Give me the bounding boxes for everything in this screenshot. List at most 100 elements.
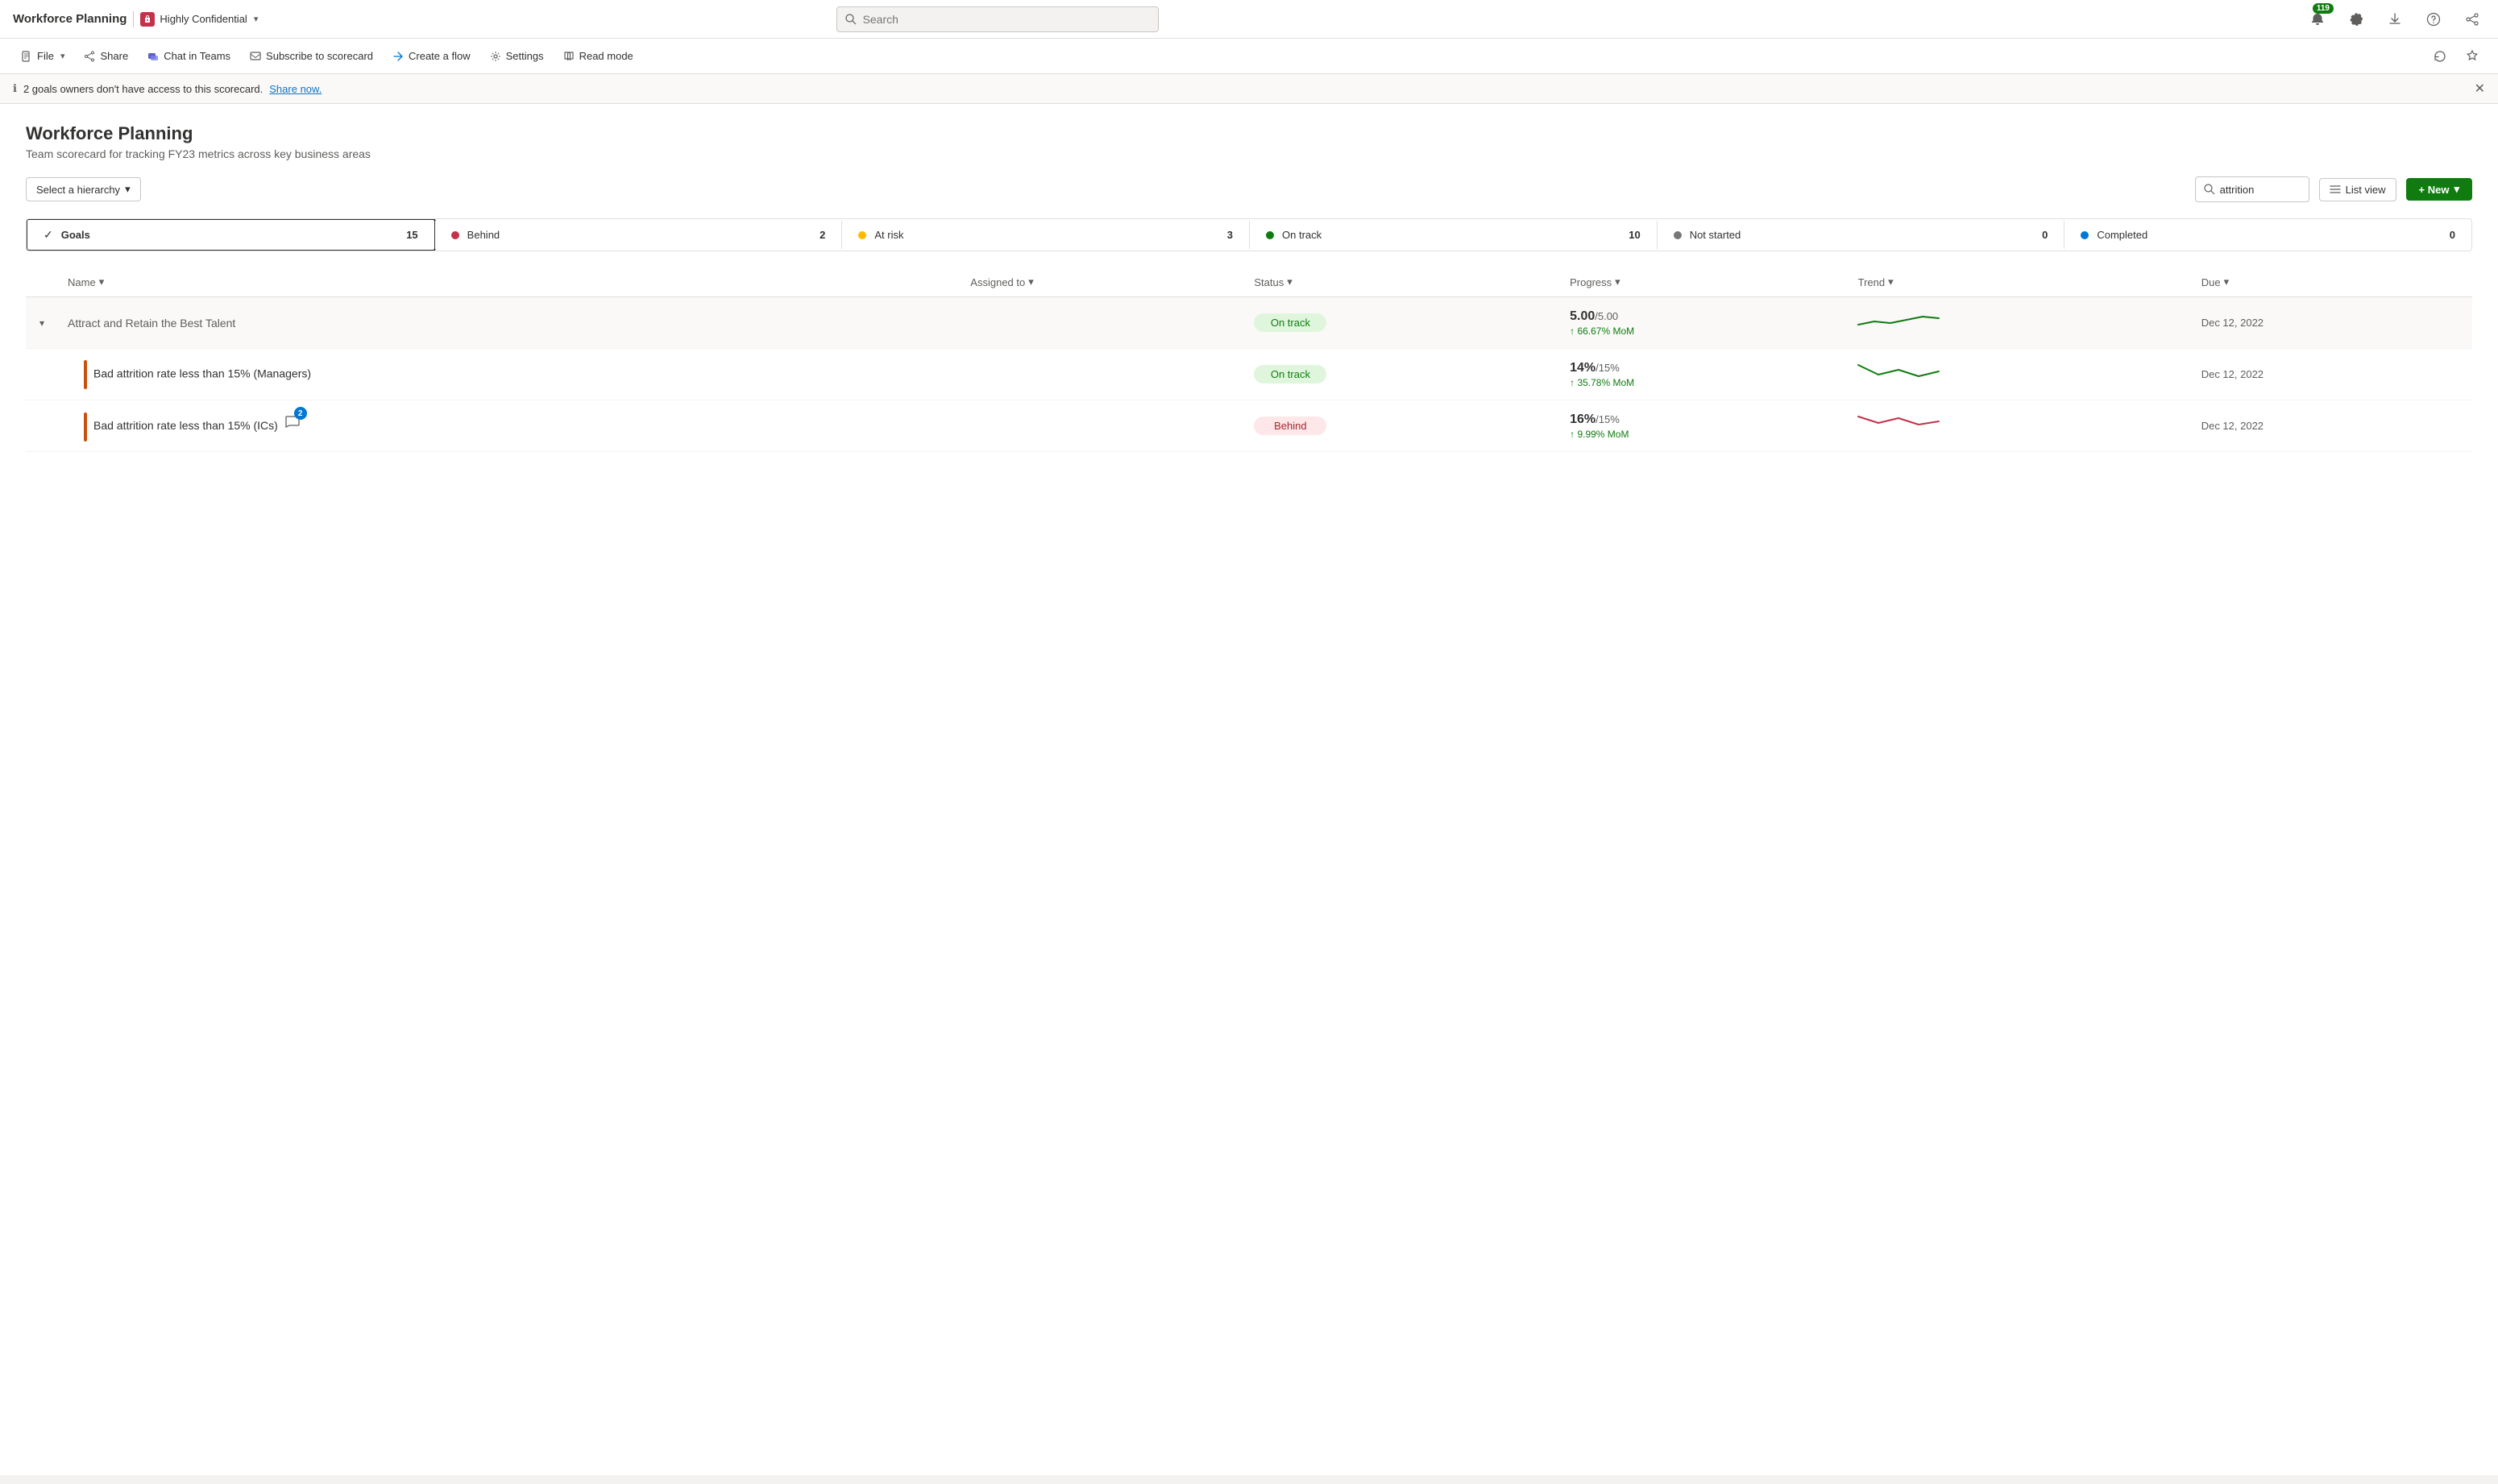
subscribe-button[interactable]: Subscribe to scorecard (242, 45, 381, 67)
progress-sort[interactable]: Progress ▾ (1570, 276, 1620, 288)
download-icon-button[interactable] (2382, 6, 2408, 32)
confidential-chevron[interactable]: ▾ (254, 14, 259, 24)
chat-teams-label: Chat in Teams (164, 50, 230, 62)
th-assigned-to: Assigned to ▾ (961, 267, 1244, 297)
confidential-label: Highly Confidential (160, 13, 247, 25)
download-icon (2388, 12, 2402, 27)
name-sort[interactable]: Name ▾ (68, 276, 104, 288)
name-cell: Bad attrition rate less than 15% (ICs) 2 (58, 400, 961, 452)
th-name: Name ▾ (58, 267, 961, 297)
stat-label: Not started (1690, 229, 1741, 241)
assigned-to-cell (961, 349, 1244, 400)
share-button[interactable]: Share (76, 45, 136, 67)
stat-item-at-risk[interactable]: At risk 3 (842, 221, 1250, 249)
read-mode-button[interactable]: Read mode (555, 45, 641, 67)
book-icon (563, 51, 575, 62)
stat-item-not-started[interactable]: Not started 0 (1658, 221, 2065, 249)
settings-icon-button[interactable] (2343, 6, 2369, 32)
comment-badge[interactable]: 2 (281, 410, 304, 433)
th-due: Due ▾ (2192, 267, 2472, 297)
trend-cell (1849, 349, 2192, 400)
file-button[interactable]: File ▾ (13, 45, 73, 67)
comment-count: 2 (294, 407, 307, 420)
settings-button[interactable]: Settings (482, 45, 552, 67)
trend-sort[interactable]: Trend ▾ (1858, 276, 1894, 288)
trend-cell (1849, 400, 2192, 452)
stats-row: ✓ Goals 15 Behind 2 At risk 3 On track 1… (26, 218, 2472, 251)
stat-label: Completed (2097, 229, 2147, 241)
settings-icon (490, 51, 501, 62)
stat-label: Behind (467, 229, 500, 241)
status-badge: Behind (1254, 417, 1326, 435)
refresh-button[interactable] (2427, 44, 2453, 69)
help-icon (2426, 12, 2441, 27)
notifications-button[interactable]: 119 (2305, 6, 2330, 32)
status-sort[interactable]: Status ▾ (1254, 276, 1292, 288)
share-link-icon (2465, 12, 2479, 27)
assigned-to-cell (961, 400, 1244, 452)
create-flow-button[interactable]: Create a flow (384, 45, 479, 67)
toolbar: File ▾ Share Chat in Teams Subscribe to … (0, 39, 2498, 74)
share-icon (84, 51, 95, 62)
hierarchy-button[interactable]: Select a hierarchy ▾ (26, 177, 141, 201)
assigned-to-cell (961, 297, 1244, 349)
goal-name[interactable]: Bad attrition rate less than 15% (Manage… (93, 367, 311, 379)
list-view-label: List view (2346, 184, 2386, 196)
chat-teams-button[interactable]: Chat in Teams (139, 45, 239, 67)
progress-value: 16% (1570, 412, 1595, 426)
favorite-button[interactable] (2459, 44, 2485, 69)
progress-mom: ↑ 35.78% MoM (1570, 377, 1839, 388)
share-link-button[interactable] (2459, 6, 2485, 32)
app-title: Workforce Planning (13, 12, 127, 26)
help-icon-button[interactable] (2421, 6, 2446, 32)
table-row: Bad attrition rate less than 15% (ICs) 2… (26, 400, 2472, 452)
goals-search-input[interactable] (2220, 184, 2301, 196)
info-bar: ℹ 2 goals owners don't have access to th… (0, 74, 2498, 104)
goal-name[interactable]: Attract and Retain the Best Talent (68, 317, 235, 330)
refresh-icon (2434, 50, 2446, 63)
confidential-badge: Highly Confidential ▾ (140, 12, 258, 27)
stat-item-completed[interactable]: Completed 0 (2064, 221, 2471, 249)
title-bar-right: 119 (2305, 6, 2485, 32)
lock-icon (143, 15, 152, 24)
stat-dot-behind (451, 231, 459, 239)
goal-name[interactable]: Bad attrition rate less than 15% (ICs) (93, 419, 278, 432)
th-progress: Progress ▾ (1560, 267, 1849, 297)
hierarchy-label: Select a hierarchy (36, 184, 120, 196)
info-close-button[interactable]: ✕ (2475, 81, 2485, 97)
stat-count: 15 (406, 229, 417, 241)
due-sort[interactable]: Due ▾ (2201, 276, 2229, 288)
trend-sparkline (1858, 307, 1939, 336)
stat-item-behind[interactable]: Behind 2 (435, 221, 843, 249)
teams-icon (147, 51, 159, 62)
status-cell: On track (1244, 349, 1560, 400)
list-view-icon (2330, 184, 2341, 195)
create-flow-label: Create a flow (409, 50, 471, 62)
info-message: 2 goals owners don't have access to this… (23, 83, 263, 95)
global-search-input[interactable] (863, 13, 1150, 26)
scorecard-header: Workforce Planning Team scorecard for tr… (26, 123, 2472, 160)
file-icon (21, 51, 32, 62)
stat-label: On track (1282, 229, 1322, 241)
title-bar-left: Workforce Planning Highly Confidential ▾ (13, 11, 258, 27)
progress-cell: 5.00/5.00 ↑ 66.67% MoM (1560, 297, 1849, 349)
expand-button[interactable]: ▾ (36, 316, 48, 330)
flow-icon (392, 51, 404, 62)
bell-icon (2310, 12, 2325, 27)
trend-sparkline (1858, 359, 1939, 388)
list-view-button[interactable]: List view (2319, 178, 2396, 201)
status-cell: Behind (1244, 400, 1560, 452)
stat-item-goals[interactable]: ✓ Goals 15 (26, 218, 436, 251)
due-cell: Dec 12, 2022 (2192, 400, 2472, 452)
table-row: Bad attrition rate less than 15% (Manage… (26, 349, 2472, 400)
trend-cell (1849, 297, 2192, 349)
assigned-to-sort[interactable]: Assigned to ▾ (970, 276, 1033, 288)
status-badge: On track (1254, 365, 1326, 383)
toolbar-right (2427, 44, 2485, 69)
expand-cell: ▾ (26, 297, 58, 349)
check-icon: ✓ (44, 228, 53, 242)
share-now-link[interactable]: Share now. (269, 83, 322, 95)
stat-item-on-track[interactable]: On track 10 (1250, 221, 1658, 249)
progress-mom: ↑ 9.99% MoM (1570, 429, 1839, 440)
new-button[interactable]: + New ▾ (2406, 178, 2472, 201)
